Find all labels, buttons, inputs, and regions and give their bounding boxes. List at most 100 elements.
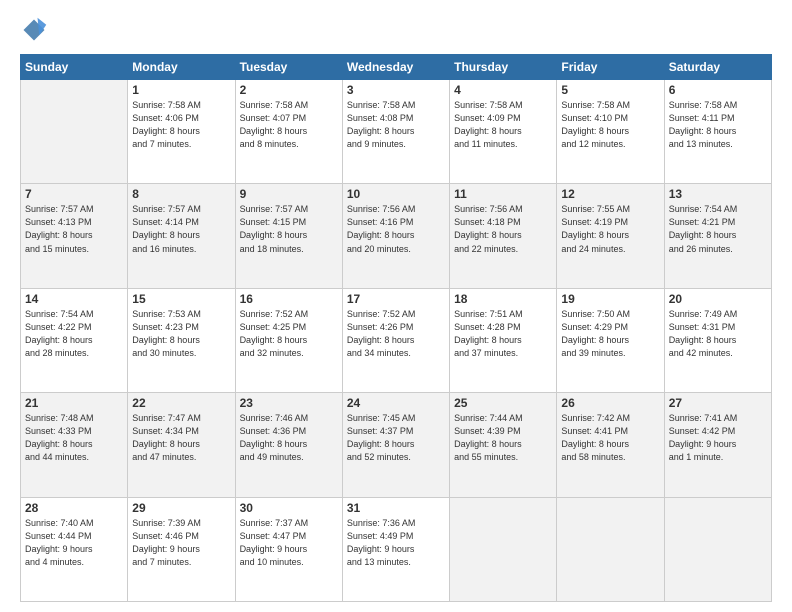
day-cell xyxy=(21,80,128,184)
day-cell: 10Sunrise: 7:56 AM Sunset: 4:16 PM Dayli… xyxy=(342,184,449,288)
day-number: 23 xyxy=(240,396,338,410)
day-cell: 7 Sunrise: 7:57 AM Sunset: 4:13 PM Daylig… xyxy=(21,184,128,288)
col-header-saturday: Saturday xyxy=(664,55,771,80)
day-info: Sunrise: 7:57 AM Sunset: 4:13 PM Dayligh… xyxy=(25,203,123,255)
day-cell xyxy=(450,497,557,601)
day-cell: 22 Sunrise: 7:47 AM Sunset: 4:34 PM Dayli… xyxy=(128,393,235,497)
day-info: Sunrise: 7:50 AM Sunset: 4:29 PM Dayligh… xyxy=(561,308,659,360)
header xyxy=(20,16,772,44)
day-number: 27 xyxy=(669,396,767,410)
day-info: Sunrise: 7:58 AM Sunset: 4:06 PM Dayligh… xyxy=(132,99,230,151)
day-info: Sunrise: 7:57 AM Sunset: 4:14 PM Dayligh… xyxy=(132,203,230,255)
day-number: 18 xyxy=(454,292,552,306)
day-info: Sunrise: 7:58 AM Sunset: 4:10 PM Dayligh… xyxy=(561,99,659,151)
day-info: Sunrise: 7:55 AM Sunset: 4:19 PM Dayligh… xyxy=(561,203,659,255)
day-cell: 5 Sunrise: 7:58 AM Sunset: 4:10 PM Daylig… xyxy=(557,80,664,184)
col-header-wednesday: Wednesday xyxy=(342,55,449,80)
day-number: 20 xyxy=(669,292,767,306)
col-header-monday: Monday xyxy=(128,55,235,80)
day-info: Sunrise: 7:53 AM Sunset: 4:23 PM Dayligh… xyxy=(132,308,230,360)
day-cell: 13 Sunrise: 7:54 AM Sunset: 4:21 PM Dayli… xyxy=(664,184,771,288)
calendar-body: 1 Sunrise: 7:58 AM Sunset: 4:06 PM Daylig… xyxy=(21,80,772,602)
day-number: 7 xyxy=(25,187,123,201)
day-info: Sunrise: 7:45 AM Sunset: 4:37 PM Dayligh… xyxy=(347,412,445,464)
day-cell: 9Sunrise: 7:57 AM Sunset: 4:15 PM Daylig… xyxy=(235,184,342,288)
day-cell: 20 Sunrise: 7:49 AM Sunset: 4:31 PM Dayli… xyxy=(664,288,771,392)
day-number: 22 xyxy=(132,396,230,410)
col-header-thursday: Thursday xyxy=(450,55,557,80)
day-number: 2 xyxy=(240,83,338,97)
page: SundayMondayTuesdayWednesdayThursdayFrid… xyxy=(0,0,792,612)
day-info: Sunrise: 7:42 AM Sunset: 4:41 PM Dayligh… xyxy=(561,412,659,464)
day-number: 30 xyxy=(240,501,338,515)
day-info: Sunrise: 7:37 AM Sunset: 4:47 PM Dayligh… xyxy=(240,517,338,569)
day-info: Sunrise: 7:56 AM Sunset: 4:18 PM Dayligh… xyxy=(454,203,552,255)
day-number: 21 xyxy=(25,396,123,410)
day-number: 8 xyxy=(132,187,230,201)
day-info: Sunrise: 7:58 AM Sunset: 4:11 PM Dayligh… xyxy=(669,99,767,151)
day-cell: 26Sunrise: 7:42 AM Sunset: 4:41 PM Dayli… xyxy=(557,393,664,497)
day-info: Sunrise: 7:58 AM Sunset: 4:07 PM Dayligh… xyxy=(240,99,338,151)
day-cell: 18 Sunrise: 7:51 AM Sunset: 4:28 PM Dayli… xyxy=(450,288,557,392)
day-cell: 25Sunrise: 7:44 AM Sunset: 4:39 PM Dayli… xyxy=(450,393,557,497)
col-header-sunday: Sunday xyxy=(21,55,128,80)
day-number: 29 xyxy=(132,501,230,515)
day-info: Sunrise: 7:44 AM Sunset: 4:39 PM Dayligh… xyxy=(454,412,552,464)
day-number: 6 xyxy=(669,83,767,97)
day-number: 14 xyxy=(25,292,123,306)
calendar-header: SundayMondayTuesdayWednesdayThursdayFrid… xyxy=(21,55,772,80)
header-row: SundayMondayTuesdayWednesdayThursdayFrid… xyxy=(21,55,772,80)
day-cell: 24Sunrise: 7:45 AM Sunset: 4:37 PM Dayli… xyxy=(342,393,449,497)
day-cell: 17Sunrise: 7:52 AM Sunset: 4:26 PM Dayli… xyxy=(342,288,449,392)
day-cell xyxy=(557,497,664,601)
day-number: 5 xyxy=(561,83,659,97)
day-cell: 14 Sunrise: 7:54 AM Sunset: 4:22 PM Dayli… xyxy=(21,288,128,392)
day-info: Sunrise: 7:58 AM Sunset: 4:09 PM Dayligh… xyxy=(454,99,552,151)
week-row-1: 1 Sunrise: 7:58 AM Sunset: 4:06 PM Daylig… xyxy=(21,80,772,184)
day-cell: 1 Sunrise: 7:58 AM Sunset: 4:06 PM Daylig… xyxy=(128,80,235,184)
day-number: 9 xyxy=(240,187,338,201)
day-cell: 15 Sunrise: 7:53 AM Sunset: 4:23 PM Dayli… xyxy=(128,288,235,392)
calendar-table: SundayMondayTuesdayWednesdayThursdayFrid… xyxy=(20,54,772,602)
day-cell: 23Sunrise: 7:46 AM Sunset: 4:36 PM Dayli… xyxy=(235,393,342,497)
day-info: Sunrise: 7:41 AM Sunset: 4:42 PM Dayligh… xyxy=(669,412,767,464)
logo xyxy=(20,16,52,44)
day-info: Sunrise: 7:54 AM Sunset: 4:21 PM Dayligh… xyxy=(669,203,767,255)
day-info: Sunrise: 7:40 AM Sunset: 4:44 PM Dayligh… xyxy=(25,517,123,569)
day-info: Sunrise: 7:36 AM Sunset: 4:49 PM Dayligh… xyxy=(347,517,445,569)
day-cell: 16Sunrise: 7:52 AM Sunset: 4:25 PM Dayli… xyxy=(235,288,342,392)
day-info: Sunrise: 7:49 AM Sunset: 4:31 PM Dayligh… xyxy=(669,308,767,360)
day-number: 16 xyxy=(240,292,338,306)
day-number: 11 xyxy=(454,187,552,201)
day-number: 4 xyxy=(454,83,552,97)
day-cell: 11 Sunrise: 7:56 AM Sunset: 4:18 PM Dayli… xyxy=(450,184,557,288)
day-number: 28 xyxy=(25,501,123,515)
day-info: Sunrise: 7:58 AM Sunset: 4:08 PM Dayligh… xyxy=(347,99,445,151)
day-cell: 29 Sunrise: 7:39 AM Sunset: 4:46 PM Dayli… xyxy=(128,497,235,601)
day-cell: 28 Sunrise: 7:40 AM Sunset: 4:44 PM Dayli… xyxy=(21,497,128,601)
day-number: 1 xyxy=(132,83,230,97)
day-cell: 4 Sunrise: 7:58 AM Sunset: 4:09 PM Daylig… xyxy=(450,80,557,184)
day-info: Sunrise: 7:51 AM Sunset: 4:28 PM Dayligh… xyxy=(454,308,552,360)
week-row-4: 21Sunrise: 7:48 AM Sunset: 4:33 PM Dayli… xyxy=(21,393,772,497)
day-cell xyxy=(664,497,771,601)
day-info: Sunrise: 7:52 AM Sunset: 4:26 PM Dayligh… xyxy=(347,308,445,360)
day-cell: 31 Sunrise: 7:36 AM Sunset: 4:49 PM Dayli… xyxy=(342,497,449,601)
week-row-5: 28 Sunrise: 7:40 AM Sunset: 4:44 PM Dayli… xyxy=(21,497,772,601)
day-cell: 2 Sunrise: 7:58 AM Sunset: 4:07 PM Daylig… xyxy=(235,80,342,184)
day-number: 15 xyxy=(132,292,230,306)
day-cell: 30 Sunrise: 7:37 AM Sunset: 4:47 PM Dayli… xyxy=(235,497,342,601)
day-number: 31 xyxy=(347,501,445,515)
day-cell: 6 Sunrise: 7:58 AM Sunset: 4:11 PM Daylig… xyxy=(664,80,771,184)
day-info: Sunrise: 7:47 AM Sunset: 4:34 PM Dayligh… xyxy=(132,412,230,464)
day-info: Sunrise: 7:39 AM Sunset: 4:46 PM Dayligh… xyxy=(132,517,230,569)
day-info: Sunrise: 7:54 AM Sunset: 4:22 PM Dayligh… xyxy=(25,308,123,360)
logo-icon xyxy=(20,16,48,44)
day-cell: 21Sunrise: 7:48 AM Sunset: 4:33 PM Dayli… xyxy=(21,393,128,497)
day-cell: 12 Sunrise: 7:55 AM Sunset: 4:19 PM Dayli… xyxy=(557,184,664,288)
week-row-3: 14 Sunrise: 7:54 AM Sunset: 4:22 PM Dayli… xyxy=(21,288,772,392)
day-number: 12 xyxy=(561,187,659,201)
day-cell: 19Sunrise: 7:50 AM Sunset: 4:29 PM Dayli… xyxy=(557,288,664,392)
day-number: 13 xyxy=(669,187,767,201)
day-info: Sunrise: 7:56 AM Sunset: 4:16 PM Dayligh… xyxy=(347,203,445,255)
